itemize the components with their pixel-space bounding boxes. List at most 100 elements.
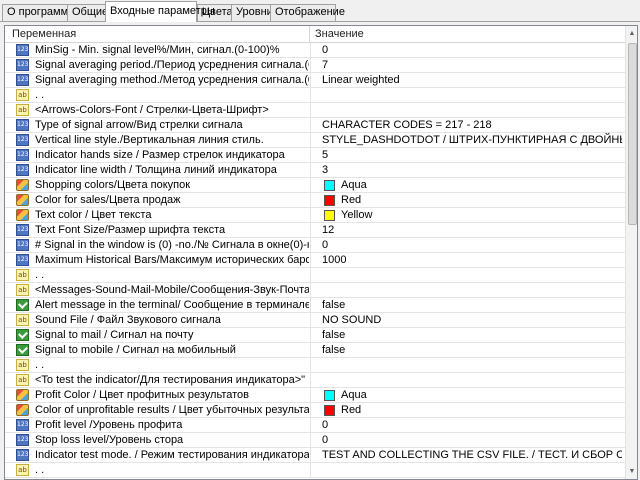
parameter-value[interactable]: 0 (322, 238, 622, 253)
parameter-row[interactable]: # Signal in the window is (0) -no./№ Сиг… (5, 238, 625, 253)
tab-divider (0, 21, 640, 22)
parameter-row[interactable]: <Arrows-Colors-Font / Стрелки-Цвета-Шриф… (5, 103, 625, 118)
color-swatch[interactable] (324, 210, 335, 221)
color-swatch[interactable] (324, 195, 335, 206)
parameter-row[interactable]: . . (5, 88, 625, 103)
parameter-value[interactable]: false (322, 328, 622, 343)
parameter-row[interactable]: <To test the indicator/Для тестирования … (5, 373, 625, 388)
parameter-row[interactable]: Signal averaging method./Метод усреднени… (5, 73, 625, 88)
column-separator (310, 433, 311, 448)
parameter-row[interactable]: Alert message in the terminal/ Сообщение… (5, 298, 625, 313)
parameter-row[interactable]: Indicator hands size / Размер стрелок ин… (5, 148, 625, 163)
parameter-name: Signal to mail / Сигнал на почту (35, 329, 194, 341)
parameter-value[interactable]: Aqua (341, 388, 637, 403)
parameter-value[interactable]: false (322, 298, 622, 313)
tab-display[interactable]: Отображение (270, 4, 345, 21)
parameter-value[interactable]: false (322, 343, 622, 358)
parameter-value[interactable] (322, 283, 622, 298)
tab-input-parameters[interactable]: Входные параметры (105, 1, 215, 22)
parameter-value[interactable]: 0 (322, 418, 622, 433)
parameter-row[interactable]: . . (5, 463, 625, 478)
parameter-value[interactable]: CHARACTER CODES = 217 - 218 (322, 118, 622, 133)
parameter-value[interactable]: 7 (322, 58, 622, 73)
color-swatch[interactable] (324, 390, 335, 401)
input-parameters-table: Переменная Значение MinSig - Min. signal… (4, 25, 638, 480)
numeric-param-icon (16, 59, 29, 71)
parameter-name: Signal averaging method./Метод усреднени… (35, 74, 309, 86)
column-header-value[interactable]: Значение (310, 26, 625, 43)
table-header: Переменная Значение (5, 26, 625, 43)
parameter-value[interactable]: 3 (322, 163, 622, 178)
parameter-row[interactable]: Text Font Size/Размер шрифта текста 12 (5, 223, 625, 238)
parameter-row[interactable]: Color of unprofitable results / Цвет убы… (5, 403, 625, 418)
parameter-row[interactable]: Indicator test mode. / Режим тестировани… (5, 448, 625, 463)
parameter-value[interactable] (322, 88, 622, 103)
column-separator (310, 163, 311, 178)
tab-about[interactable]: О программе (2, 4, 74, 21)
parameter-row[interactable]: Indicator line width / Толщина линий инд… (5, 163, 625, 178)
parameter-row[interactable]: Signal averaging period./Период усреднен… (5, 58, 625, 73)
numeric-param-icon (16, 119, 29, 131)
parameter-value[interactable]: STYLE_DASHDOTDOT / ШТРИХ-ПУНКТИРНАЯ С ДВ… (322, 133, 622, 148)
parameter-row[interactable]: Stop loss level/Уровень стора 0 (5, 433, 625, 448)
triangle-up-icon[interactable]: ▲ (626, 26, 637, 41)
color-swatch[interactable] (324, 405, 335, 416)
parameter-row[interactable]: Shopping colors/Цвета покупок Aqua (5, 178, 625, 193)
parameter-row[interactable]: . . (5, 268, 625, 283)
parameter-row[interactable]: Signal to mobile / Сигнал на мобильный fa… (5, 343, 625, 358)
numeric-param-icon (16, 74, 29, 86)
parameter-value[interactable] (322, 358, 622, 373)
parameter-row[interactable]: Type of signal arrow/Вид стрелки сигнала… (5, 118, 625, 133)
parameter-row[interactable]: Sound File / Файл Звукового сигнала NO SO… (5, 313, 625, 328)
parameter-value[interactable]: Red (341, 403, 637, 418)
boolean-param-icon (16, 329, 29, 341)
numeric-param-icon (16, 254, 29, 266)
parameter-value[interactable]: 0 (322, 433, 622, 448)
parameter-value[interactable]: Aqua (341, 178, 637, 193)
parameter-name: Sound File / Файл Звукового сигнала (35, 314, 221, 326)
parameter-row[interactable]: Profit Color / Цвет профитных результато… (5, 388, 625, 403)
parameter-value[interactable]: Yellow (341, 208, 637, 223)
color-swatch[interactable] (324, 180, 335, 191)
parameter-row[interactable]: MinSig - Min. signal level%/Мин, сигнал.… (5, 43, 625, 58)
parameter-value[interactable] (322, 463, 622, 478)
parameter-value[interactable]: TEST AND COLLECTING THE CSV FILE. / ТЕСТ… (322, 448, 622, 463)
tab-levels[interactable]: Уровни (231, 4, 273, 21)
parameter-value[interactable] (322, 268, 622, 283)
parameter-value[interactable]: 0 (322, 43, 622, 58)
parameter-row[interactable]: Text color / Цвет текста Yellow (5, 208, 625, 223)
column-separator (310, 73, 311, 88)
parameter-value[interactable]: 1000 (322, 253, 622, 268)
parameter-name: Color of unprofitable results / Цвет убы… (35, 404, 309, 416)
column-separator (310, 463, 311, 478)
triangle-down-icon[interactable]: ▼ (626, 464, 637, 479)
column-header-variable[interactable]: Переменная (5, 26, 310, 43)
parameter-row[interactable]: Maximum Historical Bars/Максимум историч… (5, 253, 625, 268)
column-separator (310, 373, 311, 388)
parameter-value[interactable]: 5 (322, 148, 622, 163)
parameter-row[interactable]: Vertical line style./Вертикальная линия … (5, 133, 625, 148)
parameter-value[interactable] (322, 373, 622, 388)
parameter-value[interactable]: NO SOUND (322, 313, 622, 328)
parameter-row[interactable]: . . (5, 358, 625, 373)
parameter-name: Vertical line style./Вертикальная линия … (35, 134, 264, 146)
parameter-row[interactable]: Signal to mail / Сигнал на почту false (5, 328, 625, 343)
column-separator (310, 208, 311, 223)
parameter-value[interactable]: 12 (322, 223, 622, 238)
parameter-row[interactable]: Color for sales/Цвета продаж Red (5, 193, 625, 208)
string-param-icon (16, 89, 29, 101)
parameter-value[interactable]: Red (341, 193, 637, 208)
parameter-name: Stop loss level/Уровень стора (35, 434, 184, 446)
parameter-row[interactable]: Profit level /Уровень профита 0 (5, 418, 625, 433)
parameter-value[interactable] (322, 103, 622, 118)
parameter-name: . . (35, 359, 45, 371)
column-separator (310, 88, 311, 103)
vertical-scrollbar[interactable]: ▲ ▼ (625, 26, 637, 479)
tab-general[interactable]: Общие (67, 4, 108, 21)
scrollbar-thumb[interactable] (628, 43, 637, 225)
parameter-row[interactable]: <Messages-Sound-Mail-Mobile/Сообщения-Зв… (5, 283, 625, 298)
parameter-value[interactable]: Linear weighted (322, 73, 622, 88)
color-param-icon (16, 209, 29, 221)
column-separator (310, 178, 311, 193)
string-param-icon (16, 269, 29, 281)
